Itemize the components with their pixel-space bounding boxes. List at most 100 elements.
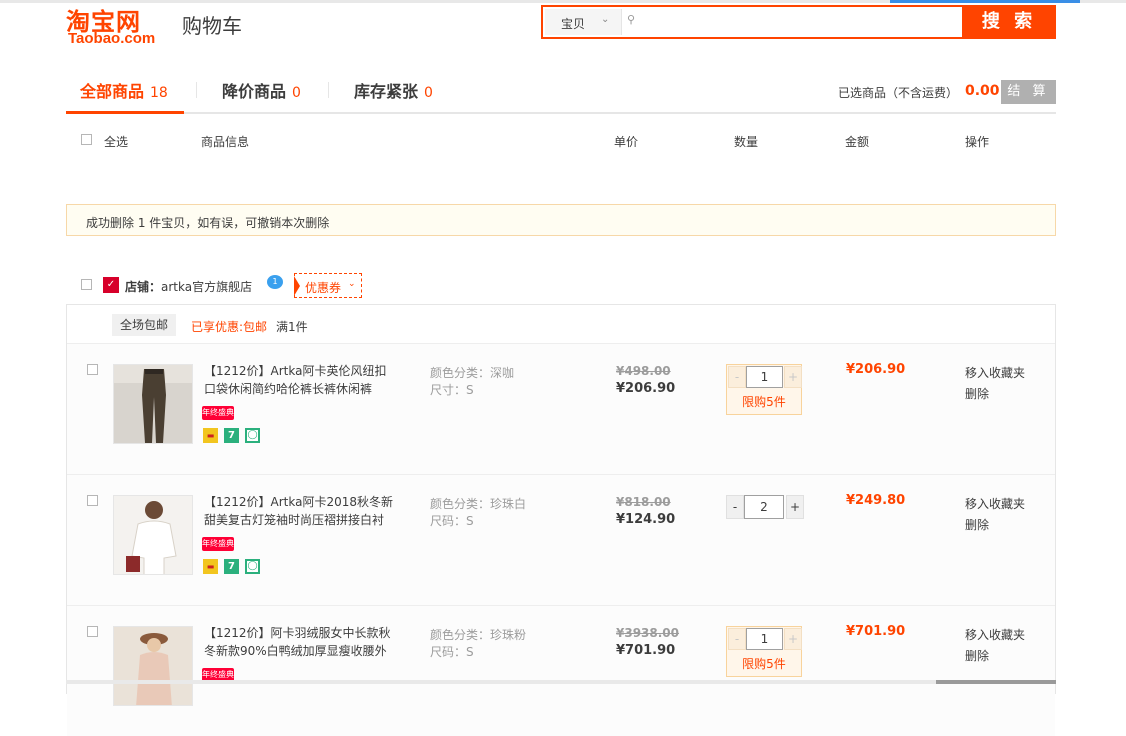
delete-item-link[interactable]: 删除 <box>965 647 989 664</box>
tab-count: 0 <box>424 85 433 101</box>
guarantee-icon: ◯ <box>245 428 260 443</box>
seven-day-return-icon: 7 <box>224 428 239 443</box>
tmall-shop-icon: ✓ <box>103 277 119 293</box>
selected-summary-label: 已选商品（不含运费） <box>838 86 959 100</box>
sku-size: 尺码：S <box>430 645 474 659</box>
cart-item: 【1212价】Artka阿卡2018秋冬新甜美复古灯笼袖时尚压褶拼接白衬 年终盛… <box>67 474 1055 605</box>
tab-all-items[interactable]: 全部商品 18 <box>80 78 168 102</box>
select-all-label[interactable]: 全选 <box>104 133 128 150</box>
move-to-favorites-link[interactable]: 移入收藏夹 <box>965 495 1025 512</box>
product-title[interactable]: 【1212价】Artka阿卡英伦风纽扣口袋休闲简约哈伦裤长裤休闲裤 <box>204 362 394 398</box>
tabs-divider <box>66 112 1056 114</box>
product-photo-blouse <box>114 496 192 574</box>
year-end-sale-badge: 年终盛典 <box>202 406 234 420</box>
item-total: ¥249.80 <box>846 493 906 508</box>
quantity-decrease-button[interactable]: - <box>726 495 744 519</box>
product-photo-pants <box>114 365 192 443</box>
credit-card-icon: ▬ <box>203 428 218 443</box>
chat-icon[interactable]: 1 <box>267 275 283 289</box>
horizontal-scrollbar[interactable] <box>66 680 1056 684</box>
item-checkbox[interactable] <box>87 364 98 375</box>
shop-name[interactable]: 店铺：artka官方旗舰店 <box>125 278 252 295</box>
unit-price: ¥701.90 <box>616 643 676 658</box>
item-checkbox[interactable] <box>87 626 98 637</box>
quantity-increase-button[interactable]: + <box>784 628 802 650</box>
search-bar: 宝贝 ⌄ ⚲ 搜 索 <box>541 5 1056 39</box>
search-icon: ⚲ <box>627 13 636 26</box>
tab-divider <box>328 82 329 98</box>
search-input[interactable] <box>641 10 945 36</box>
sku-color: 颜色分类：深咖 <box>430 366 515 380</box>
quantity-input[interactable] <box>744 495 784 519</box>
quantity-input[interactable] <box>746 628 783 650</box>
tab-count: 18 <box>150 85 168 101</box>
purchase-limit: 限购5件 <box>742 395 786 409</box>
unit-price: ¥124.90 <box>616 512 676 527</box>
guarantee-icon: ◯ <box>245 559 260 574</box>
product-image[interactable] <box>113 364 193 444</box>
item-checkbox[interactable] <box>87 495 98 506</box>
purchase-limit: 限购5件 <box>742 657 786 671</box>
product-image[interactable] <box>113 626 193 706</box>
checkout-button[interactable]: 结 算 <box>1001 80 1056 104</box>
tab-count: 0 <box>292 85 301 101</box>
quantity-input[interactable] <box>746 366 783 388</box>
chevron-down-icon: ⌄ <box>348 279 356 289</box>
scrollbar-thumb[interactable] <box>936 680 1056 684</box>
chevron-down-icon: ⌄ <box>601 14 610 25</box>
original-price: ¥3938.00 <box>616 626 680 640</box>
seven-day-return-icon: 7 <box>224 559 239 574</box>
tab-low-stock[interactable]: 库存紧张 0 <box>354 78 433 102</box>
coupon-label: 优惠券 <box>305 281 342 295</box>
search-scope-select[interactable]: 宝贝 ⌄ <box>545 9 622 35</box>
quantity-stepper: - + 限购5件 <box>726 626 802 677</box>
year-end-sale-badge: 年终盛典 <box>202 537 234 551</box>
product-photo-down-coat <box>114 627 192 705</box>
quantity-decrease-button[interactable]: - <box>728 628 746 650</box>
move-to-favorites-link[interactable]: 移入收藏夹 <box>965 364 1025 381</box>
tab-label: 降价商品 <box>222 82 287 101</box>
promo-text: 已享优惠:包邮 <box>191 320 268 334</box>
product-title[interactable]: 【1212价】阿卡羽绒服女中长款秋冬新款90%白鸭绒加厚显瘦收腰外 <box>204 624 394 660</box>
search-button[interactable]: 搜 索 <box>962 5 1056 39</box>
move-to-favorites-link[interactable]: 移入收藏夹 <box>965 626 1025 643</box>
sku-color: 颜色分类：珍珠白 <box>430 497 527 511</box>
delete-notice-text: 成功删除 1 件宝贝，如有误，可撤销本次删除 <box>86 216 330 230</box>
tab-price-drop[interactable]: 降价商品 0 <box>222 78 301 102</box>
quantity-increase-button[interactable]: + <box>786 495 804 519</box>
page-title: 购物车 <box>182 14 242 38</box>
tab-label: 全部商品 <box>80 82 145 101</box>
shop-label: 店铺： <box>125 280 162 294</box>
cart-item: 【1212价】阿卡羽绒服女中长款秋冬新款90%白鸭绒加厚显瘦收腰外 年终盛典 颜… <box>67 605 1055 736</box>
sku-size: 尺码：S <box>430 514 474 528</box>
product-image[interactable] <box>113 495 193 575</box>
shop-checkbox[interactable] <box>81 279 92 290</box>
tab-label: 库存紧张 <box>354 82 419 101</box>
item-total: ¥701.90 <box>846 624 906 639</box>
delete-item-link[interactable]: 删除 <box>965 516 989 533</box>
sku-color: 颜色分类：珍珠粉 <box>430 628 527 642</box>
shop-name-text: artka官方旗舰店 <box>161 280 253 294</box>
quantity-decrease-button[interactable]: - <box>728 366 746 388</box>
unit-price: ¥206.90 <box>616 381 676 396</box>
promo-tag: 全场包邮 <box>112 314 176 336</box>
delete-notice: 成功删除 1 件宝贝，如有误，可撤销本次删除 <box>66 204 1056 236</box>
quantity-increase-button[interactable]: + <box>784 366 802 388</box>
sku-size: 尺寸：S <box>430 383 474 397</box>
logo-en: Taobao.com <box>68 30 156 47</box>
delete-item-link[interactable]: 删除 <box>965 385 989 402</box>
column-header-info: 商品信息 <box>201 135 250 149</box>
cart-item: 【1212价】Artka阿卡英伦风纽扣口袋休闲简约哈伦裤长裤休闲裤 年终盛典 ▬… <box>67 343 1055 474</box>
selected-total: 0.00 <box>965 83 1000 99</box>
coupon-button[interactable]: 优惠券 ⌄ <box>294 273 362 298</box>
column-header-unit-price: 单价 <box>614 135 639 149</box>
product-title[interactable]: 【1212价】Artka阿卡2018秋冬新甜美复古灯笼袖时尚压褶拼接白衬 <box>204 493 394 529</box>
select-all-checkbox[interactable] <box>81 134 92 145</box>
top-strip-accent <box>890 0 1080 3</box>
tab-active-indicator <box>66 111 184 114</box>
taobao-logo[interactable]: 淘宝网 Taobao.com <box>66 2 176 47</box>
column-header-quantity: 数量 <box>734 135 759 149</box>
original-price: ¥498.00 <box>616 364 671 378</box>
search-scope-label: 宝贝 <box>561 17 586 31</box>
coupon-arrow-icon <box>294 276 300 296</box>
